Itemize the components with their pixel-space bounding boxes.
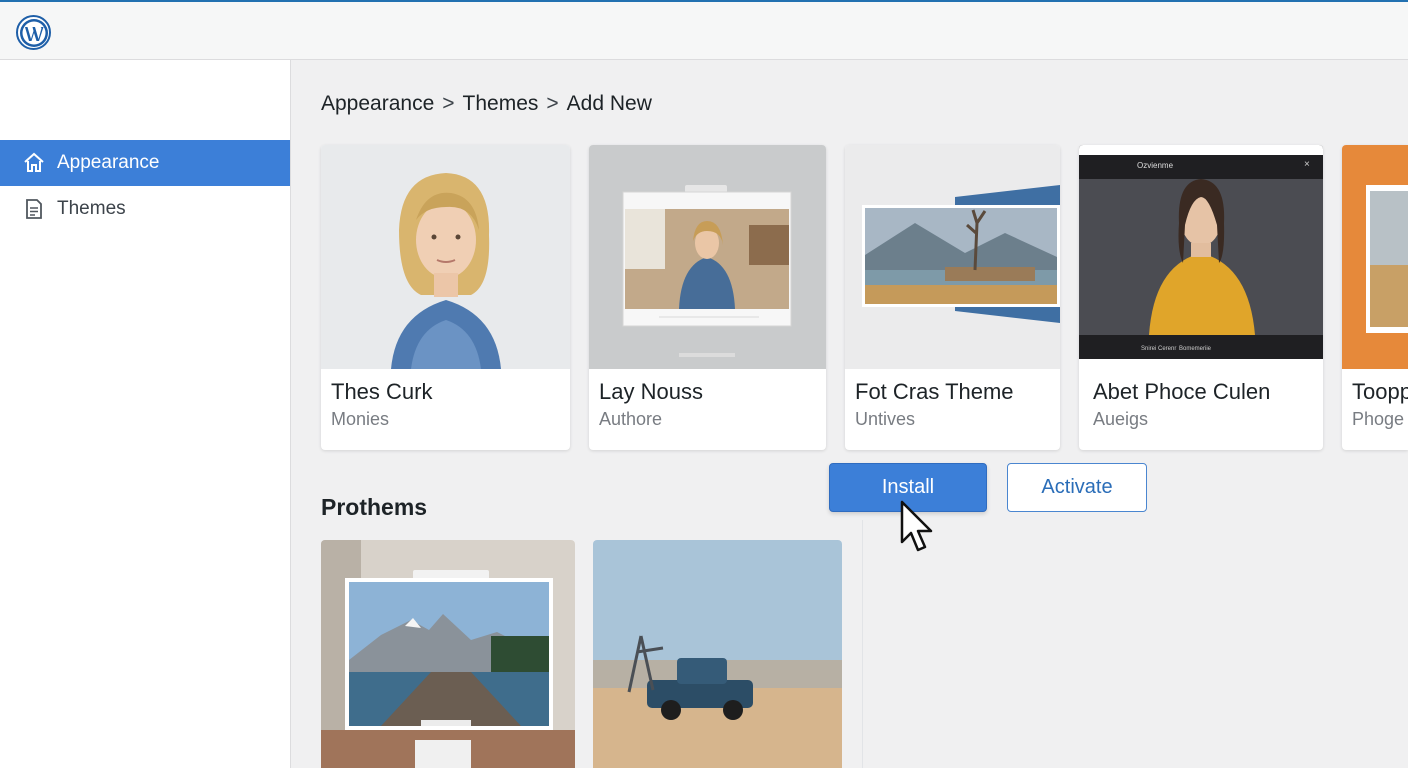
panel-divider bbox=[862, 520, 863, 768]
theme-name: Abet Phoce Culen bbox=[1093, 379, 1271, 404]
theme-name: Thes Curk bbox=[331, 379, 433, 404]
theme-card[interactable]: Thes Curk Monies bbox=[321, 145, 570, 450]
premium-theme-card[interactable] bbox=[321, 540, 575, 768]
theme-author: Aueigs bbox=[1093, 409, 1149, 429]
document-icon bbox=[22, 197, 46, 221]
theme-thumbnail bbox=[845, 145, 1060, 369]
theme-card[interactable]: Ozvienme × Snirei Cerenr Bomemeriie Abet… bbox=[1079, 145, 1323, 450]
theme-thumbnail bbox=[589, 145, 826, 369]
theme-thumbnail: Ozvienme × Snirei Cerenr Bomemeriie bbox=[1079, 145, 1323, 369]
home-icon bbox=[22, 151, 46, 175]
breadcrumb-item-current: Add New bbox=[566, 92, 652, 115]
close-icon: × bbox=[1304, 159, 1310, 170]
preview-footer-link: Snirei Cerenr bbox=[1141, 346, 1177, 352]
preview-footer-link: Bomemeriie bbox=[1179, 346, 1212, 352]
premium-theme-card[interactable] bbox=[593, 540, 842, 768]
breadcrumb-item[interactable]: Themes bbox=[463, 92, 539, 115]
theme-author: Authore bbox=[599, 409, 663, 429]
theme-author: Untives bbox=[855, 409, 916, 429]
theme-author: Phoge bbox=[1352, 409, 1405, 429]
theme-name: Toopp bbox=[1352, 379, 1408, 404]
wordpress-logo-icon[interactable] bbox=[16, 15, 51, 50]
admin-top-bar bbox=[0, 0, 1408, 60]
breadcrumb: Appearance > Themes > Add New bbox=[321, 92, 652, 116]
section-title: Prothems bbox=[321, 494, 428, 520]
install-button[interactable]: Install bbox=[829, 463, 987, 512]
breadcrumb-item[interactable]: Appearance bbox=[321, 92, 434, 115]
theme-name: Lay Nouss bbox=[599, 379, 703, 404]
sidebar-item-label: Themes bbox=[57, 198, 126, 219]
breadcrumb-separator: > bbox=[546, 92, 559, 115]
activate-button[interactable]: Activate bbox=[1007, 463, 1147, 512]
sidebar-item-appearance[interactable]: Appearance bbox=[0, 140, 290, 186]
theme-name: Fot Cras Theme bbox=[855, 379, 1014, 404]
sidebar-item-themes[interactable]: Themes bbox=[0, 186, 290, 232]
theme-thumbnail bbox=[593, 540, 842, 768]
sidebar-item-label: Appearance bbox=[57, 152, 160, 173]
theme-author: Monies bbox=[331, 409, 390, 429]
theme-card[interactable]: Lay Nouss Authore bbox=[589, 145, 826, 450]
theme-thumbnail bbox=[321, 145, 570, 369]
admin-sidebar: Appearance Themes bbox=[0, 60, 291, 768]
preview-title: Ozvienme bbox=[1137, 161, 1174, 170]
breadcrumb-separator: > bbox=[442, 92, 455, 115]
theme-card[interactable]: Toopp Phoge bbox=[1342, 145, 1408, 450]
theme-card[interactable]: Fot Cras Theme Untives bbox=[845, 145, 1060, 450]
theme-thumbnail bbox=[321, 540, 575, 768]
theme-thumbnail bbox=[1342, 145, 1408, 369]
